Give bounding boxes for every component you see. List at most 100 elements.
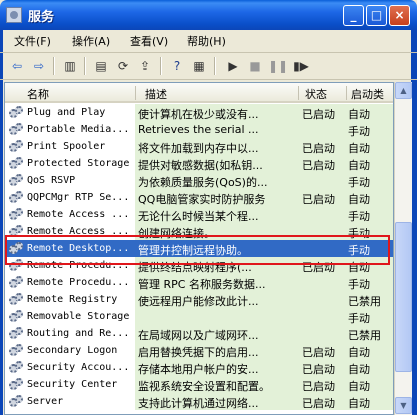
red-highlight-annotation [5, 235, 390, 265]
service-description: 存储本地用户帐户的安... [138, 363, 259, 376]
title-bar[interactable]: 服务 _ □ × [0, 0, 417, 30]
service-name: Remote Procedu... [27, 277, 130, 288]
menu-view[interactable]: 查看(V) [130, 33, 168, 49]
service-name: Server [27, 396, 64, 407]
service-description: 监视系统安全设置和配置。 [138, 380, 270, 393]
service-startup-type: 自动 [348, 363, 370, 376]
table-row[interactable]: QoS RSVP 为依赖质量服务(QoS)的... 手动 [5, 172, 393, 189]
back-icon[interactable]: ⇦ [8, 57, 26, 75]
export-list-icon[interactable]: ⇪ [136, 57, 154, 75]
service-status: 已启动 [302, 363, 335, 376]
forward-icon[interactable]: ⇨ [30, 57, 48, 75]
service-gear-icon [9, 293, 23, 306]
service-gear-icon [9, 361, 23, 374]
service-name: Routing and Re... [27, 328, 130, 339]
pause-icon[interactable]: ❚❚ [268, 57, 288, 75]
stop-icon[interactable]: ■ [246, 57, 264, 75]
help-icon[interactable]: ? [168, 57, 186, 75]
service-description: Retrieves the serial ... [138, 123, 259, 136]
scroll-down-button[interactable]: ▼ [395, 397, 412, 414]
view-icon[interactable]: ▦ [190, 57, 208, 75]
service-name: Remote Access ... [27, 209, 130, 220]
table-row[interactable]: Removable Storage 手动 [5, 308, 393, 325]
service-name: Print Spooler [27, 141, 106, 152]
service-startup-type: 已禁用 [348, 295, 381, 308]
service-startup-type: 已禁用 [348, 329, 381, 342]
table-row[interactable]: Portable Media... Retrieves the serial ..… [5, 121, 393, 138]
service-startup-type: 自动 [348, 397, 370, 410]
column-description[interactable]: 描述 [145, 86, 167, 102]
menu-help[interactable]: 帮助(H) [187, 33, 226, 49]
table-row[interactable]: Plug and Play 使计算机在极少或没有... 已启动 自动 [5, 104, 393, 121]
service-description: 为依赖质量服务(QoS)的... [138, 176, 268, 189]
scroll-thumb[interactable] [395, 222, 412, 372]
service-gear-icon [9, 174, 23, 187]
maximize-button[interactable]: □ [366, 5, 387, 26]
service-description: 使计算机在极少或没有... [138, 108, 259, 121]
list-header: 名称 描述 状态 启动类型 [5, 83, 393, 117]
table-row[interactable]: Routing and Re... 在局域网以及广域网环... 已禁用 [5, 325, 393, 342]
service-startup-type: 自动 [348, 380, 370, 393]
menu-bar: 文件(F) 操作(A) 查看(V) 帮助(H) [0, 30, 417, 53]
table-row[interactable]: Remote Access ... 无论什么时候当某个程... 手动 [5, 206, 393, 223]
table-row[interactable]: Remote Procedu... 管理 RPC 名称服务数据... 手动 [5, 274, 393, 291]
service-name: Security Accou... [27, 362, 130, 373]
table-row[interactable]: QQPCMgr RTP Se... QQ电脑管家实时防护服务 已启动 自动 [5, 189, 393, 206]
service-name: QoS RSVP [27, 175, 76, 186]
service-name: Secondary Logon [27, 345, 118, 356]
service-description: 在局域网以及广域网环... [138, 329, 259, 342]
service-status: 已启动 [302, 380, 335, 393]
table-row[interactable]: Secondary Logon 启用替换凭据下的启用... 已启动 自动 [5, 342, 393, 359]
service-gear-icon [9, 208, 23, 221]
service-name: Portable Media... [27, 124, 130, 135]
service-startup-type: 自动 [348, 159, 370, 172]
service-name: Remote Registry [27, 294, 118, 305]
table-row[interactable]: Server 支持此计算机通过网络... 已启动 自动 [5, 393, 393, 410]
service-startup-type: 手动 [348, 210, 370, 223]
service-status: 已启动 [302, 193, 335, 206]
service-status: 已启动 [302, 397, 335, 410]
service-name: Protected Storage [27, 158, 130, 169]
service-description: 将文件加载到内存中以... [138, 142, 259, 155]
service-gear-icon [9, 191, 23, 204]
table-row[interactable]: Protected Storage 提供对敏感数据(如私钥... 已启动 自动 [5, 155, 393, 172]
service-gear-icon [9, 157, 23, 170]
scroll-up-button[interactable]: ▲ [395, 82, 412, 99]
service-startup-type: 自动 [348, 193, 370, 206]
menu-file[interactable]: 文件(F) [14, 33, 51, 49]
window-frame-left [0, 30, 3, 415]
service-name: Plug and Play [27, 107, 106, 118]
service-name: QQPCMgr RTP Se... [27, 192, 130, 203]
restart-icon[interactable]: ▮▶ [292, 57, 310, 75]
minimize-button[interactable]: _ [343, 5, 364, 26]
table-row[interactable]: Security Center 监视系统安全设置和配置。 已启动 自动 [5, 376, 393, 393]
start-icon[interactable]: ▶ [224, 57, 242, 75]
service-startup-type: 自动 [348, 142, 370, 155]
service-name: Removable Storage [27, 311, 130, 322]
show-hide-tree-icon[interactable]: ▥ [61, 57, 79, 75]
service-status: 已启动 [302, 142, 335, 155]
service-startup-type: 手动 [348, 176, 370, 189]
table-row[interactable]: Security Accou... 存储本地用户帐户的安... 已启动 自动 [5, 359, 393, 376]
service-gear-icon [9, 395, 23, 408]
service-status: 已启动 [302, 346, 335, 359]
close-button[interactable]: × [389, 5, 410, 26]
service-startup-type: 手动 [348, 312, 370, 325]
service-status: 已启动 [302, 159, 335, 172]
service-gear-icon [9, 310, 23, 323]
table-row[interactable]: Remote Registry 使远程用户能修改此计... 已禁用 [5, 291, 393, 308]
column-status[interactable]: 状态 [305, 86, 327, 102]
service-gear-icon [9, 123, 23, 136]
properties-icon[interactable]: ▤ [92, 57, 110, 75]
service-startup-type: 自动 [348, 346, 370, 359]
service-description: QQ电脑管家实时防护服务 [138, 193, 266, 206]
service-gear-icon [9, 327, 23, 340]
menu-action[interactable]: 操作(A) [72, 33, 110, 49]
column-name[interactable]: 名称 [27, 86, 49, 102]
window-title: 服务 [28, 10, 55, 25]
refresh-icon[interactable]: ⟳ [114, 57, 132, 75]
service-description: 无论什么时候当某个程... [138, 210, 259, 223]
service-gear-icon [9, 276, 23, 289]
table-row[interactable]: Print Spooler 将文件加载到内存中以... 已启动 自动 [5, 138, 393, 155]
vertical-scrollbar[interactable]: ▲ ▼ [394, 82, 412, 415]
